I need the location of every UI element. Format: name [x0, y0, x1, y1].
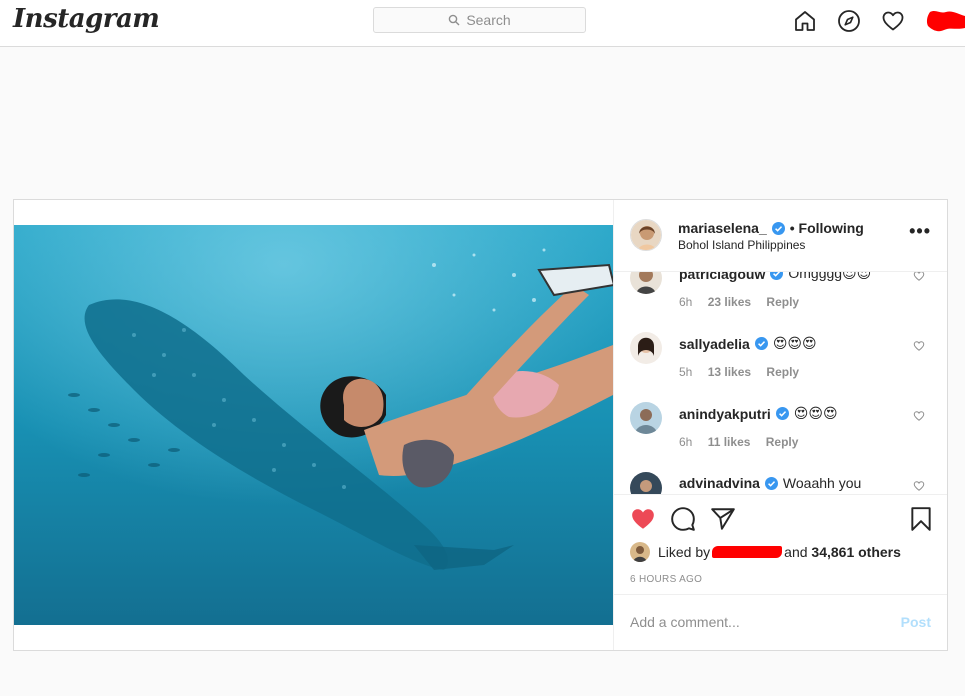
redacted-username[interactable]: [712, 546, 783, 558]
post-header: mariaselena_ • Following Bohol Island Ph…: [614, 200, 947, 272]
following-button[interactable]: • Following: [790, 220, 864, 236]
post-location[interactable]: Bohol Island Philippines: [678, 238, 805, 252]
comment-meta: 6h 11 likes Reply: [679, 435, 810, 449]
comment-username[interactable]: advinadvina: [679, 475, 760, 491]
liker-avatar[interactable]: [630, 542, 650, 562]
liked-by-prefix: Liked by: [658, 544, 711, 560]
verified-badge-icon: [764, 476, 778, 490]
post-sidebar: mariaselena_ • Following Bohol Island Ph…: [613, 200, 947, 650]
top-nav: Instagram Search: [0, 0, 965, 47]
verified-badge-icon: [770, 272, 784, 280]
comment-reply-button[interactable]: Reply: [766, 295, 799, 309]
comment-item: patriciagouw Omgggg😍😍 6h 23 likes Reply: [614, 272, 947, 332]
add-comment-bar: Add a comment... Post: [614, 594, 947, 650]
author-row: mariaselena_ • Following: [678, 220, 864, 236]
verified-badge-icon: [754, 337, 768, 350]
explore-compass-icon[interactable]: [837, 9, 861, 33]
comment-text: 😍😍😍: [772, 335, 817, 351]
comment-item: advinadvina Woaahh you: [614, 472, 947, 494]
search-icon: [449, 14, 460, 26]
like-heart-icon[interactable]: [630, 506, 656, 532]
activity-heart-icon[interactable]: [881, 9, 905, 33]
comment-like-heart-icon[interactable]: [913, 410, 925, 422]
profile-avatar-redacted[interactable]: [926, 8, 965, 34]
comment-meta: 6h 23 likes Reply: [679, 295, 811, 309]
home-icon[interactable]: [793, 9, 817, 33]
comment-reply-button[interactable]: Reply: [766, 365, 799, 379]
post-comment-button[interactable]: Post: [901, 614, 931, 630]
commenter-avatar[interactable]: [630, 332, 662, 364]
post-timestamp[interactable]: 6 HOURS AGO: [630, 574, 702, 585]
author-avatar[interactable]: [630, 219, 662, 251]
more-options-icon[interactable]: •••: [909, 222, 931, 240]
share-send-icon[interactable]: [710, 506, 736, 532]
comment-likes[interactable]: 23 likes: [708, 295, 751, 309]
comment-like-heart-icon[interactable]: [913, 480, 925, 492]
comment-time[interactable]: 5h: [679, 365, 692, 379]
comment-time[interactable]: 6h: [679, 295, 692, 309]
post-actions: Liked by and 34,861 others 6 HOURS AGO: [614, 494, 947, 594]
post-card: mariaselena_ • Following Bohol Island Ph…: [13, 199, 948, 651]
likes-count-link[interactable]: 34,861 others: [811, 544, 901, 560]
commenter-avatar[interactable]: [630, 272, 662, 294]
comments-list[interactable]: patriciagouw Omgggg😍😍 6h 23 likes Reply …: [614, 272, 947, 494]
comment-like-heart-icon[interactable]: [913, 340, 925, 352]
comment-meta: 5h 13 likes Reply: [679, 365, 811, 379]
comment-username[interactable]: patriciagouw: [679, 272, 765, 282]
comment-username[interactable]: sallyadelia: [679, 336, 750, 352]
liked-by-and: and: [784, 544, 808, 560]
commenter-avatar[interactable]: [630, 402, 662, 434]
comment-time[interactable]: 6h: [679, 435, 692, 449]
comment-reply-button[interactable]: Reply: [766, 435, 799, 449]
liked-by-summary: Liked by and 34,861 others: [630, 542, 901, 562]
comment-text: Woaahh you: [782, 475, 862, 491]
search-input[interactable]: Search: [373, 7, 586, 33]
bookmark-save-icon[interactable]: [908, 506, 934, 532]
commenter-avatar[interactable]: [630, 472, 662, 494]
comment-text: Omgggg😍😍: [788, 272, 872, 281]
comment-likes[interactable]: 11 likes: [708, 435, 751, 449]
comment-bubble-icon[interactable]: [670, 506, 696, 532]
comment-text: 😍😍😍: [793, 405, 838, 421]
comment-item: anindyakputri 😍😍😍 6h 11 likes Reply: [614, 402, 947, 472]
instagram-logo[interactable]: Instagram: [13, 4, 160, 34]
verified-badge-icon: [771, 221, 785, 235]
author-username[interactable]: mariaselena_: [678, 220, 767, 236]
post-photo[interactable]: [14, 225, 613, 625]
comment-like-heart-icon[interactable]: [913, 272, 925, 282]
comment-username[interactable]: anindyakputri: [679, 406, 771, 422]
search-placeholder: Search: [466, 12, 511, 28]
comment-likes[interactable]: 13 likes: [708, 365, 751, 379]
verified-badge-icon: [775, 407, 789, 420]
comment-item: sallyadelia 😍😍😍 5h 13 likes Reply: [614, 332, 947, 402]
comment-input[interactable]: Add a comment...: [630, 614, 740, 630]
